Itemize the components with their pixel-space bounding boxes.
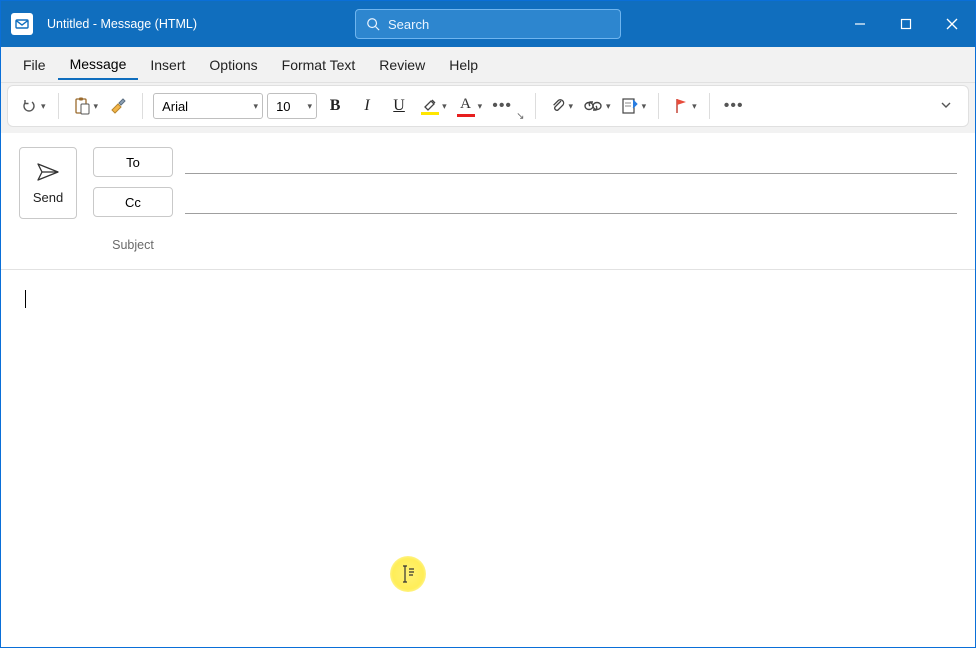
app-icon (11, 13, 33, 35)
font-name-combo[interactable]: Arial ▾ (153, 93, 263, 119)
chevron-down-icon: ▾ (308, 101, 313, 112)
flag-icon (673, 97, 689, 115)
window-controls (837, 1, 975, 47)
send-icon (36, 162, 60, 182)
menu-bar: File Message Insert Options Format Text … (1, 47, 975, 83)
chevron-down-icon: ▾ (41, 101, 46, 112)
window-title: Untitled - Message (HTML) (47, 17, 197, 31)
minimize-button[interactable] (837, 1, 883, 47)
to-row: To (93, 147, 957, 177)
menu-review[interactable]: Review (367, 51, 437, 79)
chevron-down-icon: ▾ (478, 101, 483, 112)
titlebar: Untitled - Message (HTML) Search (1, 1, 975, 47)
menu-format-text[interactable]: Format Text (270, 51, 368, 79)
ellipsis-icon: ••• (492, 97, 512, 115)
paperclip-icon (550, 97, 566, 115)
subject-input[interactable] (185, 233, 957, 257)
separator (58, 93, 59, 119)
dialog-launcher-icon[interactable]: ↘ (516, 111, 524, 122)
cc-row: Cc (93, 187, 957, 217)
collapse-ribbon-button[interactable] (932, 99, 960, 114)
to-button[interactable]: To (93, 147, 173, 177)
undo-icon (20, 97, 38, 115)
font-color-icon: A (457, 96, 475, 117)
font-name-value: Arial (162, 99, 188, 114)
cc-input[interactable] (185, 190, 957, 214)
paste-button[interactable]: ▾ (69, 90, 101, 122)
ellipsis-icon: ••• (724, 97, 744, 115)
italic-button[interactable]: I (353, 90, 381, 122)
subject-label: Subject (93, 238, 173, 252)
more-commands-button[interactable]: ••• (720, 90, 748, 122)
chevron-down-icon: ▾ (254, 101, 259, 112)
font-size-combo[interactable]: 10 ▾ (267, 93, 317, 119)
chevron-down-icon: ▾ (569, 101, 574, 112)
highlight-button[interactable]: ▾ (417, 90, 449, 122)
highlighter-icon (421, 97, 439, 115)
bold-button[interactable]: B (321, 90, 349, 122)
font-color-button[interactable]: A ▾ (453, 90, 485, 122)
more-formatting-button[interactable]: ••• (488, 90, 516, 122)
link-button[interactable]: ▾ (579, 90, 613, 122)
message-body[interactable] (1, 270, 975, 647)
chevron-down-icon: ▾ (642, 101, 647, 112)
ribbon-container: ▾ ▾ Arial ▾ 10 ▾ B I U (1, 83, 975, 133)
chevron-down-icon: ▾ (94, 101, 99, 112)
chevron-down-icon: ▾ (606, 101, 611, 112)
signature-button[interactable]: ▾ (617, 90, 649, 122)
chevron-down-icon: ▾ (692, 101, 697, 112)
compose-header: Send To Cc Subject (1, 133, 975, 270)
search-icon (366, 17, 380, 31)
link-icon (583, 99, 603, 113)
maximize-button[interactable] (883, 1, 929, 47)
font-size-value: 10 (276, 99, 290, 114)
separator (658, 93, 659, 119)
header-fields: To Cc Subject (93, 147, 957, 257)
search-box[interactable]: Search (355, 9, 621, 39)
message-window: Untitled - Message (HTML) Search File Me… (0, 0, 976, 648)
underline-icon: U (393, 97, 405, 115)
menu-file[interactable]: File (11, 51, 58, 79)
close-button[interactable] (929, 1, 975, 47)
separator (535, 93, 536, 119)
bold-icon: B (330, 97, 341, 115)
menu-help[interactable]: Help (437, 51, 490, 79)
menu-message[interactable]: Message (58, 50, 139, 80)
send-label: Send (33, 190, 63, 205)
search-placeholder: Search (388, 17, 429, 32)
undo-button[interactable]: ▾ (16, 90, 48, 122)
subject-row: Subject (93, 233, 957, 257)
paintbrush-icon (108, 96, 128, 116)
signature-icon (621, 97, 639, 115)
chevron-down-icon (940, 99, 952, 111)
cc-button[interactable]: Cc (93, 187, 173, 217)
menu-options[interactable]: Options (197, 51, 269, 79)
italic-icon: I (364, 97, 369, 115)
menu-insert[interactable]: Insert (138, 51, 197, 79)
separator (142, 93, 143, 119)
text-caret (25, 290, 26, 308)
flag-button[interactable]: ▾ (669, 90, 699, 122)
to-input[interactable] (185, 150, 957, 174)
ribbon: ▾ ▾ Arial ▾ 10 ▾ B I U (7, 85, 969, 127)
separator (709, 93, 710, 119)
attach-button[interactable]: ▾ (546, 90, 576, 122)
clipboard-icon (73, 96, 91, 116)
format-painter-button[interactable] (104, 90, 132, 122)
send-button[interactable]: Send (19, 147, 77, 219)
underline-button[interactable]: U (385, 90, 413, 122)
chevron-down-icon: ▾ (442, 101, 447, 112)
